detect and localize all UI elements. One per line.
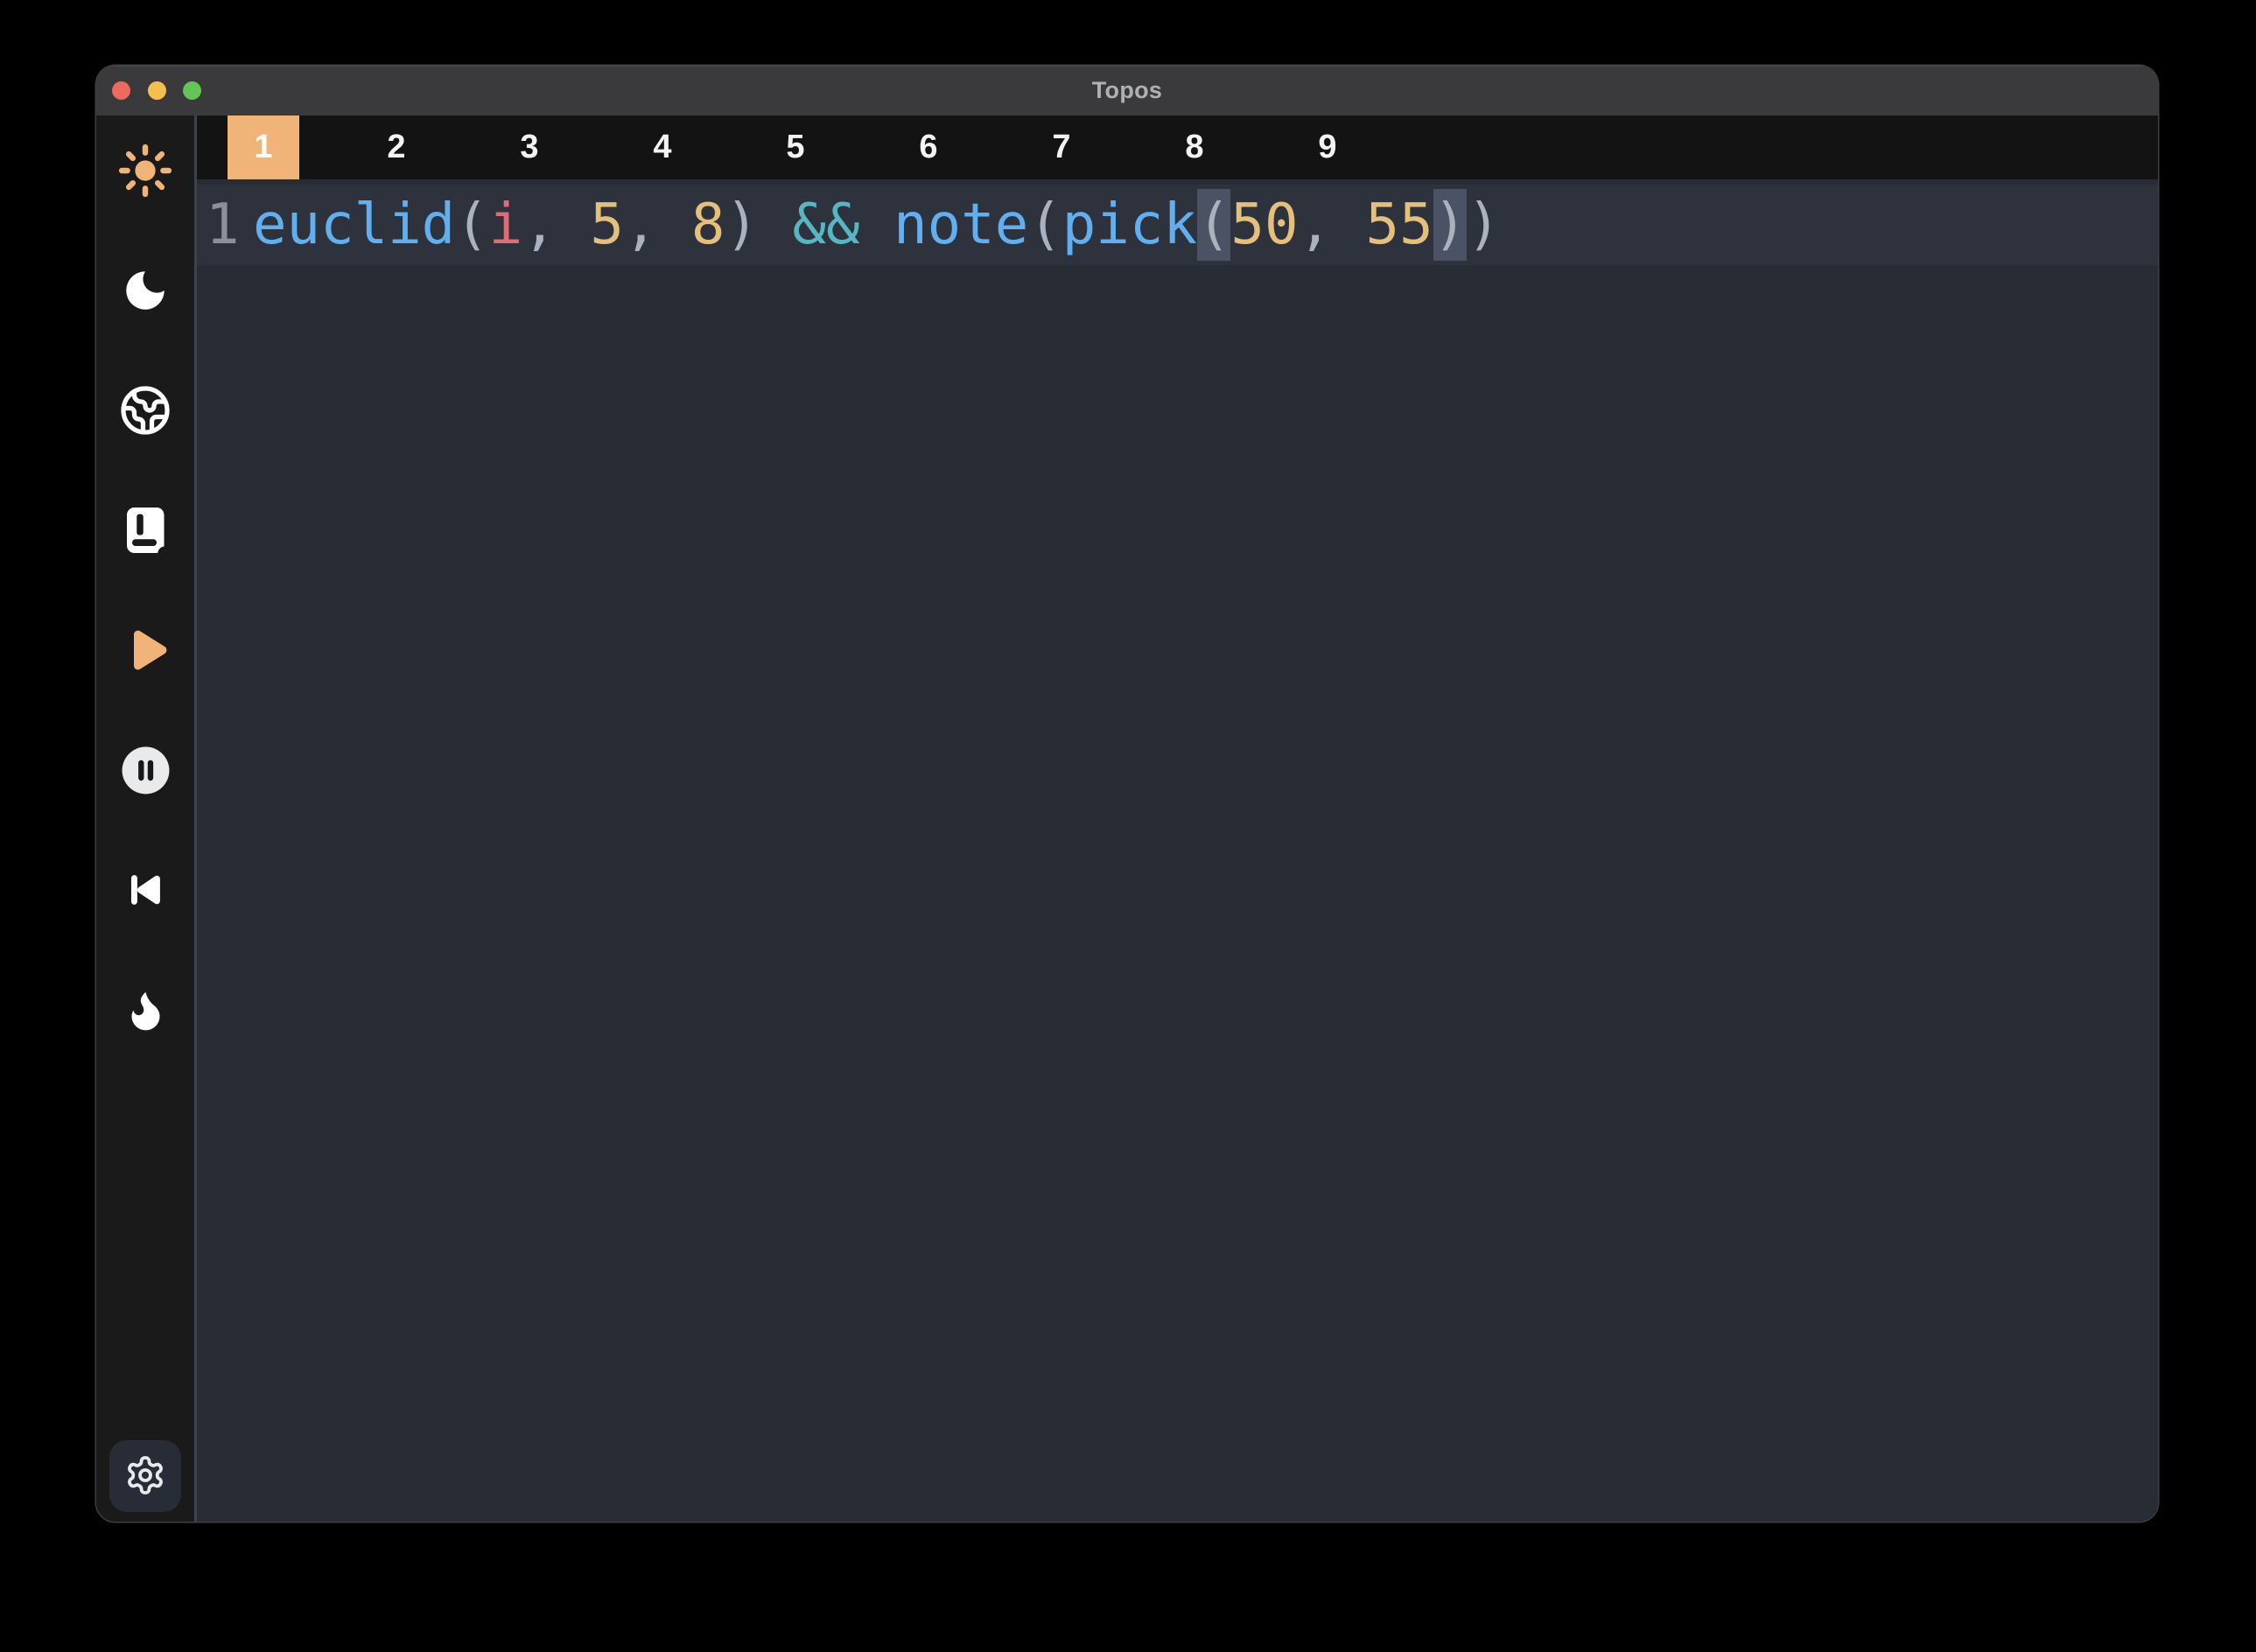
code-token: i [489, 197, 523, 253]
sidebar-button-skip-back[interactable] [117, 863, 173, 917]
content-area: 123456789 1euclid(i, 5, 8) && note(pick(… [197, 116, 2158, 1522]
sidebar-button-moon[interactable] [117, 263, 173, 318]
flame-icon [122, 986, 170, 1034]
code-token: ) [1467, 197, 1501, 253]
play-icon [119, 623, 172, 677]
gear-icon [124, 1454, 166, 1499]
code-token: ) [725, 197, 792, 253]
tab-label: 3 [520, 129, 538, 166]
sidebar [96, 116, 194, 1522]
code-token: 8 [691, 197, 725, 253]
sidebar-button-globe[interactable] [117, 383, 173, 438]
main-area: 123456789 1euclid(i, 5, 8) && note(pick(… [96, 116, 2158, 1522]
tab-9[interactable]: 9 [1261, 116, 1394, 179]
globe-icon [119, 384, 172, 437]
tab-8[interactable]: 8 [1128, 116, 1261, 179]
tab-5[interactable]: 5 [729, 116, 862, 179]
code-token: pick [1062, 197, 1197, 253]
window-title: Topos [96, 66, 2158, 116]
code-token: 5 [590, 197, 624, 253]
sidebar-button-pause[interactable] [117, 743, 173, 797]
skip-back-icon [123, 867, 168, 913]
sidebar-button-sun[interactable] [117, 144, 173, 198]
tab-label: 8 [1185, 129, 1203, 166]
code-line[interactable]: 1euclid(i, 5, 8) && note(pick(50, 55)) [197, 185, 2158, 265]
sidebar-button-play[interactable] [117, 623, 173, 677]
tab-6[interactable]: 6 [862, 116, 995, 179]
tab-2[interactable]: 2 [330, 116, 463, 179]
line-number: 1 [206, 192, 241, 257]
code-token: ( [455, 197, 489, 253]
sidebar-button-flame[interactable] [117, 983, 173, 1037]
tab-1-selected[interactable]: 1 [197, 116, 330, 179]
code-editor[interactable]: 1euclid(i, 5, 8) && note(pick(50, 55)) [197, 179, 2158, 1522]
book-icon [119, 504, 172, 556]
tab-label: 7 [1052, 129, 1070, 166]
code-token-bracket-match: ) [1433, 189, 1468, 261]
sidebar-button-book[interactable] [117, 503, 173, 557]
code-token-bracket-match: ( [1197, 189, 1231, 261]
tab-4[interactable]: 4 [596, 116, 729, 179]
code-token: 50 [1230, 197, 1298, 253]
tab-3[interactable]: 3 [463, 116, 596, 179]
tab-label: 5 [786, 129, 804, 166]
title-bar[interactable]: Topos [96, 66, 2158, 116]
tab-7[interactable]: 7 [995, 116, 1128, 179]
code-token: , [1298, 197, 1365, 253]
code-token: euclid [253, 197, 455, 253]
tab-label: 2 [387, 129, 405, 166]
code-token: 55 [1366, 197, 1433, 253]
code-token: ( [1028, 197, 1062, 253]
code-token: && [793, 197, 860, 253]
pause-icon [119, 744, 172, 797]
code-token: note [893, 197, 1028, 253]
settings-button[interactable] [109, 1440, 181, 1512]
code-token: , [522, 197, 590, 253]
tab-bar: 1 2 3 4 5 6 7 8 9 [197, 116, 2158, 179]
code-token: , [624, 197, 691, 253]
app-window: Topos 123456789 1euclid(i, 5, 8) && note… [96, 66, 2158, 1522]
tab-label: 9 [1318, 129, 1336, 166]
tab-label: 4 [653, 129, 671, 166]
sun-icon [118, 144, 172, 198]
tab-label: 1 [254, 129, 272, 166]
moon-icon [120, 265, 171, 316]
code-token [860, 197, 894, 253]
tab-label: 6 [919, 129, 937, 166]
